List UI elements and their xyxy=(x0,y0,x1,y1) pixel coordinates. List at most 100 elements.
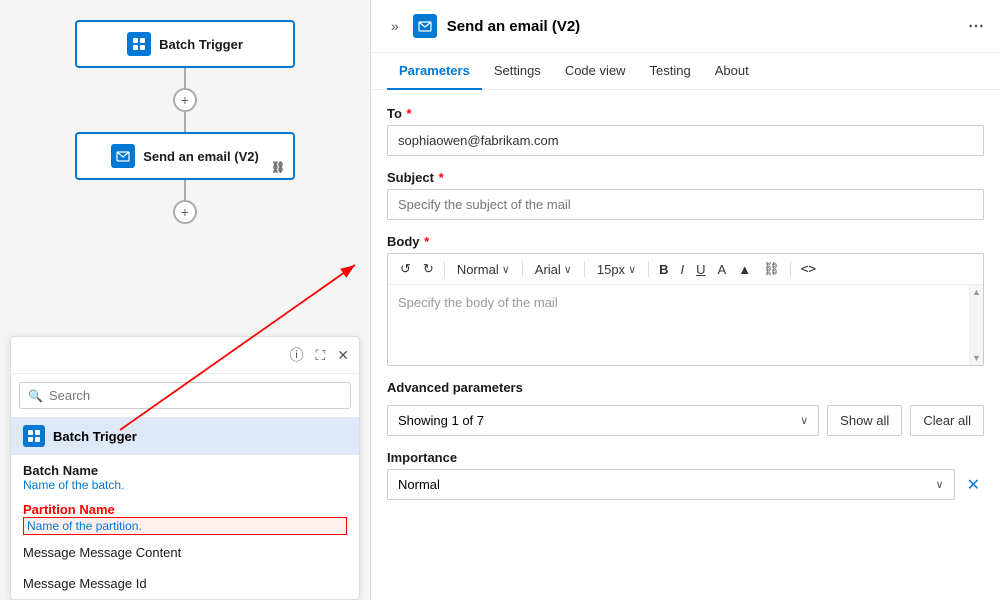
importance-chevron: ∨ xyxy=(936,478,944,491)
search-box: 🔍 xyxy=(19,382,351,409)
size-dropdown[interactable]: 15px ∨ xyxy=(591,260,642,279)
param-message-id[interactable]: Message Message Id xyxy=(11,568,359,599)
advanced-row: Showing 1 of 7 ∨ Show all Clear all xyxy=(387,405,984,436)
param-message-id-label: Message Message Id xyxy=(23,576,147,591)
tab-parameters[interactable]: Parameters xyxy=(387,53,482,90)
body-field-group: Body * ↺ ↻ Normal ∨ Arial ∨ xyxy=(387,234,984,366)
redo-button[interactable]: ↻ xyxy=(419,259,438,279)
batch-trigger-section-icon xyxy=(23,425,45,447)
link-button[interactable]: ⛓ xyxy=(759,259,784,279)
toolbar-separator-3 xyxy=(584,261,585,277)
right-panel-icon xyxy=(413,14,437,38)
add-step-btn-1[interactable]: + xyxy=(173,88,197,112)
style-chevron: ∨ xyxy=(502,263,510,276)
to-required: * xyxy=(407,106,412,121)
trigger-section-label: Batch Trigger xyxy=(53,429,137,444)
right-header: » Send an email (V2) ⋯ xyxy=(371,0,1000,53)
importance-value: Normal xyxy=(398,477,440,492)
font-dropdown[interactable]: Arial ∨ xyxy=(529,260,578,279)
expand-button[interactable]: ⛶ xyxy=(313,345,327,366)
info-button[interactable]: ⓘ xyxy=(287,343,305,367)
param-batch-name[interactable]: Batch Name Name of the batch. xyxy=(11,455,359,494)
collapse-button[interactable]: » xyxy=(387,14,403,38)
to-field-group: To * xyxy=(387,106,984,156)
tab-testing[interactable]: Testing xyxy=(638,53,703,90)
tab-about[interactable]: About xyxy=(703,53,761,90)
advanced-chevron: ∨ xyxy=(800,414,808,427)
importance-clear-button[interactable]: ✕ xyxy=(963,471,984,499)
font-label: Arial xyxy=(535,262,561,277)
search-input[interactable] xyxy=(49,388,342,403)
tabs-bar: Parameters Settings Code view Testing Ab… xyxy=(371,53,1000,90)
more-options-button[interactable]: ⋯ xyxy=(968,16,984,36)
subject-required: * xyxy=(439,170,444,185)
param-batch-name-label: Batch Name xyxy=(23,463,347,478)
batch-trigger-section: Batch Trigger xyxy=(11,417,359,455)
connector-line xyxy=(184,68,186,88)
left-panel: Batch Trigger + Send an email (V2) ⛓ + xyxy=(0,0,370,600)
to-label: To * xyxy=(387,106,984,121)
param-partition-name-desc: Name of the partition. xyxy=(23,517,347,535)
advanced-parameters-section: Advanced parameters Showing 1 of 7 ∨ Sho… xyxy=(387,380,984,436)
showing-label: Showing 1 of 7 xyxy=(398,413,484,428)
toolbar-separator-5 xyxy=(790,261,791,277)
connector-1: + xyxy=(173,68,197,132)
connector-line-2 xyxy=(184,112,186,132)
scroll-up-arrow: ▲ xyxy=(972,287,981,297)
rte-body-container: Specify the body of the mail ▲ ▼ xyxy=(388,285,983,365)
clear-all-button[interactable]: Clear all xyxy=(910,405,984,436)
rich-text-editor: ↺ ↻ Normal ∨ Arial ∨ 15px ∨ xyxy=(387,253,984,366)
importance-label: Importance xyxy=(387,450,984,465)
form-body: To * Subject * Body * ↺ ↻ Normal xyxy=(371,90,1000,516)
italic-button[interactable]: I xyxy=(677,260,689,279)
search-icon: 🔍 xyxy=(28,389,43,403)
font-color-button[interactable]: A xyxy=(714,260,731,279)
batch-trigger-icon xyxy=(127,32,151,56)
rte-body[interactable]: Specify the body of the mail xyxy=(388,285,983,365)
rte-toolbar: ↺ ↻ Normal ∨ Arial ∨ 15px ∨ xyxy=(388,254,983,285)
subject-field-group: Subject * xyxy=(387,170,984,220)
tab-settings[interactable]: Settings xyxy=(482,53,553,90)
workflow-canvas: Batch Trigger + Send an email (V2) ⛓ + xyxy=(0,20,370,224)
importance-dropdown[interactable]: Normal ∨ xyxy=(387,469,955,500)
size-label: 15px xyxy=(597,262,625,277)
send-email-node[interactable]: Send an email (V2) ⛓ xyxy=(75,132,295,180)
param-message-content-label: Message Message Content xyxy=(23,545,181,560)
bold-button[interactable]: B xyxy=(655,260,672,279)
undo-button[interactable]: ↺ xyxy=(396,259,415,279)
panel-header: ⓘ ⛶ ✕ xyxy=(11,337,359,374)
highlight-button[interactable]: ▲ xyxy=(734,260,755,279)
param-partition-name[interactable]: Partition Name Name of the partition. xyxy=(11,494,359,537)
importance-row: Normal ∨ ✕ xyxy=(387,469,984,500)
add-step-btn-2[interactable]: + xyxy=(173,200,197,224)
code-button[interactable]: <> xyxy=(797,260,821,279)
connector-line-3 xyxy=(184,180,186,200)
advanced-dropdown[interactable]: Showing 1 of 7 ∨ xyxy=(387,405,819,436)
style-dropdown[interactable]: Normal ∨ xyxy=(451,260,516,279)
scroll-down-arrow: ▼ xyxy=(972,353,981,363)
to-input[interactable] xyxy=(387,125,984,156)
body-required: * xyxy=(424,234,429,249)
size-chevron: ∨ xyxy=(628,263,636,276)
close-panel-button[interactable]: ✕ xyxy=(335,345,351,366)
body-label: Body * xyxy=(387,234,984,249)
dynamic-content-panel: ⓘ ⛶ ✕ 🔍 Batch Trigger Batch Name xyxy=(10,336,360,600)
batch-trigger-node[interactable]: Batch Trigger xyxy=(75,20,295,68)
style-label: Normal xyxy=(457,262,499,277)
body-placeholder: Specify the body of the mail xyxy=(398,295,558,310)
send-email-label: Send an email (V2) xyxy=(143,149,259,164)
param-message-content[interactable]: Message Message Content xyxy=(11,537,359,568)
link-icon: ⛓ xyxy=(271,161,285,174)
rte-scrollbar[interactable]: ▲ ▼ xyxy=(969,285,983,365)
tab-code-view[interactable]: Code view xyxy=(553,53,638,90)
subject-input[interactable] xyxy=(387,189,984,220)
batch-trigger-label: Batch Trigger xyxy=(159,37,243,52)
send-email-icon xyxy=(111,144,135,168)
toolbar-separator-4 xyxy=(648,261,649,277)
show-all-button[interactable]: Show all xyxy=(827,405,902,436)
toolbar-separator-2 xyxy=(522,261,523,277)
toolbar-separator-1 xyxy=(444,261,445,277)
advanced-label: Advanced parameters xyxy=(387,380,984,395)
underline-button[interactable]: U xyxy=(692,260,709,279)
connector-2: + xyxy=(173,180,197,224)
